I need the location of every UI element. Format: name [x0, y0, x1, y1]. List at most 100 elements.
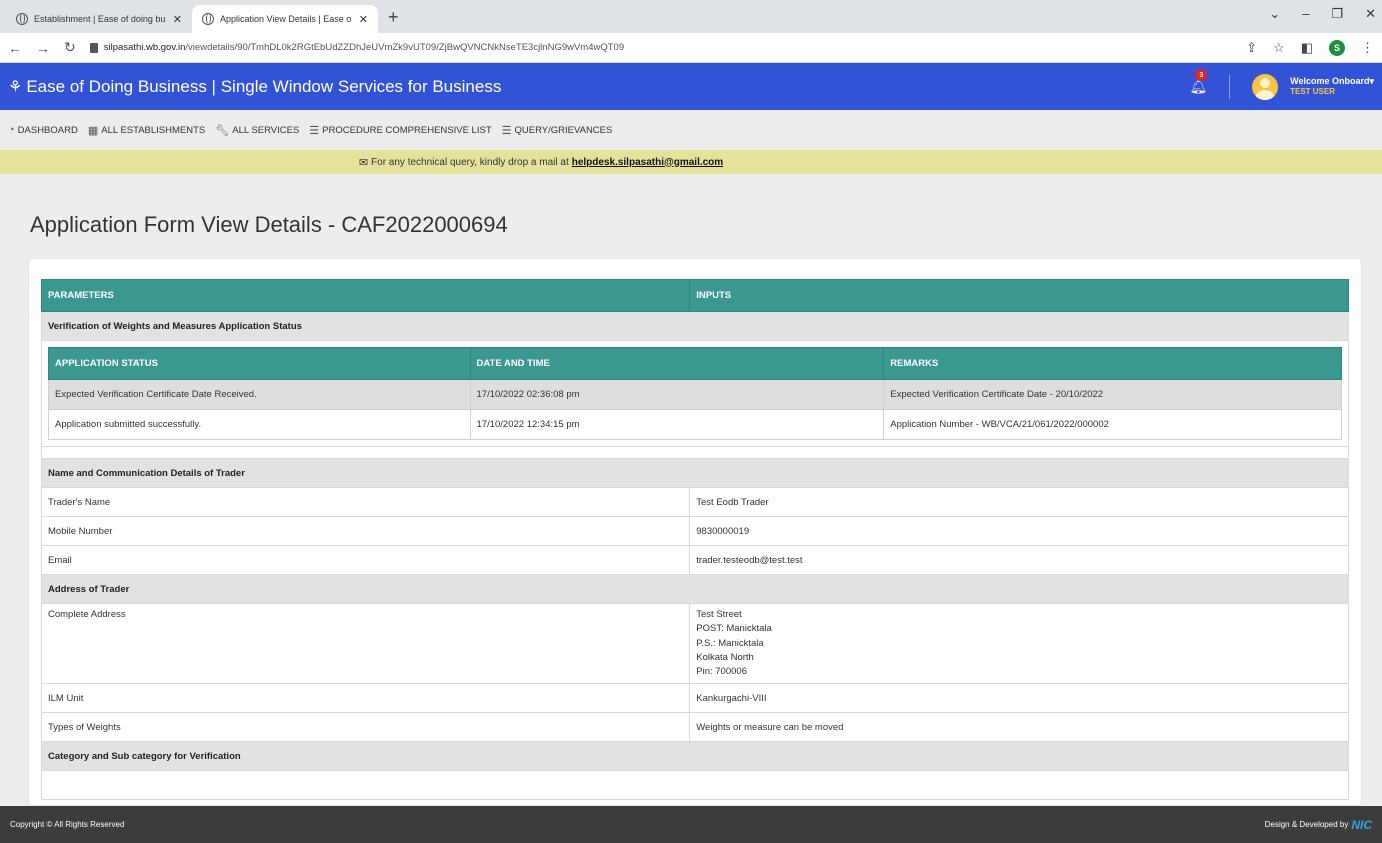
- remarks-cell: Application Number - WB/VCA/21/061/2022/…: [883, 409, 1342, 440]
- url-field[interactable]: silpasathi.wb.gov.in/viewdetails/90/TmhD…: [89, 42, 1232, 53]
- datetime-cell: 17/10/2022 12:34:15 pm: [469, 409, 885, 440]
- status-table: APPLICATION STATUS DATE AND TIME REMARKS…: [48, 347, 1342, 440]
- remarks-cell: Expected Verification Certificate Date -…: [883, 379, 1342, 410]
- developer-credit: Design & Developed by NIC: [1265, 818, 1372, 832]
- param-label: Trader's Name: [40, 487, 691, 517]
- spacer: [41, 446, 1349, 459]
- lock-icon[interactable]: [89, 42, 98, 53]
- param-label: ILM Unit: [40, 683, 691, 714]
- copyright-text: Copyright © All Rights Reserved: [10, 820, 125, 829]
- notification-bell-icon[interactable]: 🔔︎ 3: [1189, 69, 1208, 95]
- share-icon[interactable]: ⇪: [1246, 40, 1257, 56]
- list-icon: ☰: [501, 124, 512, 137]
- menu-kebab-icon[interactable]: ⋮: [1361, 40, 1374, 56]
- section-application-status: Verification of Weights and Measures App…: [41, 311, 1349, 341]
- brand-logo-icon: ⚘: [8, 78, 23, 96]
- profile-avatar[interactable]: S: [1329, 39, 1345, 56]
- user-name: TEST USER: [1290, 87, 1336, 97]
- helpdesk-email-link[interactable]: helpdesk.silpasathi@gmail.com: [572, 157, 723, 168]
- table-row: Types of Weights Weights or measure can …: [40, 712, 1349, 743]
- main-menu: ◔ DASHBOARD ▦ ALL ESTABLISHMENTS 🔧︎ ALL …: [0, 110, 1382, 150]
- param-value: 9830000019: [689, 516, 1349, 546]
- user-menu[interactable]: Welcome Onboard▾ TEST USER: [1290, 76, 1374, 96]
- app-header: ⚘ Ease of Doing Business | Single Window…: [0, 63, 1382, 110]
- table-row: Mobile Number 9830000019: [40, 516, 1349, 546]
- menu-procedure-list[interactable]: ☰ PROCEDURE COMPREHENSIVE LIST: [309, 124, 491, 137]
- address-line: POST: Manicktala: [696, 623, 772, 635]
- section-category: Category and Sub category for Verificati…: [41, 741, 1349, 772]
- browser-tab-application-view[interactable]: Application View Details | Ease o ✕: [192, 5, 378, 33]
- list-icon: ☰: [309, 124, 320, 137]
- browser-tab-bar: Establishment | Ease of doing bu ✕ Appli…: [0, 0, 1382, 33]
- tab-label: Application View Details | Ease o: [220, 14, 352, 24]
- brand-title: Ease of Doing Business | Single Window S…: [26, 76, 502, 96]
- menu-label: DASHBOARD: [17, 124, 78, 136]
- url-domain: silpasathi.wb.gov.in: [103, 42, 186, 53]
- tab-label: Establishment | Ease of doing bu: [34, 14, 166, 24]
- user-avatar[interactable]: [1252, 73, 1279, 100]
- notice-text: For any technical query, kindly drop a m…: [371, 156, 569, 168]
- tab-search-icon[interactable]: ⌄: [1269, 6, 1280, 22]
- table-row: Trader's Name Test Eodb Trader: [40, 487, 1349, 517]
- globe-icon: [202, 13, 214, 25]
- reload-icon[interactable]: ↻: [64, 39, 76, 56]
- param-value: Test Eodb Trader: [689, 487, 1349, 517]
- details-card: PARAMETERS INPUTS Verification of Weight…: [28, 258, 1362, 806]
- inputs-header: INPUTS: [689, 279, 1349, 312]
- close-icon[interactable]: ✕: [359, 13, 368, 26]
- building-icon: ▦: [87, 124, 99, 137]
- new-tab-icon[interactable]: +: [388, 7, 399, 28]
- table-row: ILM Unit Kankurgachi-VIII: [40, 683, 1349, 714]
- forward-icon[interactable]: →: [36, 40, 50, 56]
- table-row: Expected Verification Certificate Date R…: [48, 379, 1342, 410]
- param-label: Email: [40, 545, 691, 575]
- details-table: PARAMETERS INPUTS Verification of Weight…: [40, 279, 1349, 801]
- menu-query-grievances[interactable]: ☰ QUERY/GRIEVANCES: [502, 124, 613, 137]
- wrench-icon: 🔧︎: [215, 124, 230, 137]
- parameters-header: PARAMETERS: [40, 279, 691, 312]
- brand[interactable]: ⚘ Ease of Doing Business | Single Window…: [8, 77, 501, 97]
- notification-badge: 3: [1195, 69, 1208, 81]
- back-icon[interactable]: ←: [8, 40, 22, 56]
- param-value: Kankurgachi-VIII: [689, 683, 1349, 714]
- address-bar: ← → ↻ silpasathi.wb.gov.in/viewdetails/9…: [0, 33, 1382, 63]
- address-line: Kolkata North: [696, 651, 754, 663]
- menu-label: PROCEDURE COMPREHENSIVE LIST: [322, 124, 492, 136]
- table-row: Complete Address Test Street POST: Manic…: [40, 602, 1349, 685]
- status-cell: Expected Verification Certificate Date R…: [48, 379, 471, 410]
- status-cell: Application submitted successfully.: [48, 409, 471, 440]
- menu-label: ALL SERVICES: [232, 124, 300, 136]
- side-panel-icon[interactable]: ◧: [1301, 40, 1313, 56]
- param-value: trader.testeodb@test.test: [689, 545, 1349, 575]
- dashboard-icon: ◔: [8, 124, 15, 136]
- table-row: [41, 770, 1349, 801]
- minimize-icon[interactable]: –: [1302, 6, 1309, 22]
- datetime-col-header: DATE AND TIME: [469, 347, 885, 380]
- section-trader-details: Name and Communication Details of Trader: [41, 458, 1349, 488]
- star-icon[interactable]: ☆: [1273, 40, 1285, 56]
- table-row: Email trader.testeodb@test.test: [40, 545, 1349, 575]
- param-label: Mobile Number: [40, 516, 691, 546]
- datetime-cell: 17/10/2022 02:36:08 pm: [469, 379, 885, 410]
- param-label: Complete Address: [40, 602, 691, 685]
- caret-down-icon: ▾: [1369, 76, 1374, 87]
- close-window-icon[interactable]: ✕: [1365, 6, 1376, 22]
- footer: Copyright © All Rights Reserved Design &…: [0, 806, 1382, 843]
- divider: [1229, 74, 1231, 99]
- menu-dashboard[interactable]: ◔ DASHBOARD: [8, 124, 78, 136]
- address-value: Test Street POST: Manicktala P.S.: Manic…: [689, 602, 1349, 685]
- address-line: Test Street: [696, 609, 742, 620]
- restore-icon[interactable]: ❐: [1331, 6, 1343, 22]
- url-path: /viewdetails/90/TmhDL0k2RGtEbUdZZDhJeUVm…: [185, 42, 625, 53]
- menu-all-services[interactable]: 🔧︎ ALL SERVICES: [215, 124, 299, 137]
- menu-label: QUERY/GRIEVANCES: [514, 124, 613, 136]
- param-value: Weights or measure can be moved: [689, 712, 1349, 743]
- remarks-col-header: REMARKS: [883, 347, 1342, 380]
- close-icon[interactable]: ✕: [173, 13, 182, 26]
- helpdesk-notice: ✉ For any technical query, kindly drop a…: [0, 150, 1382, 174]
- browser-tab-establishment[interactable]: Establishment | Ease of doing bu ✕: [6, 5, 192, 33]
- menu-all-establishments[interactable]: ▦ ALL ESTABLISHMENTS: [88, 124, 205, 137]
- table-row: Application submitted successfully. 17/1…: [48, 409, 1342, 440]
- address-line: P.S.: Manicktala: [696, 637, 764, 649]
- mail-icon: ✉: [358, 156, 369, 169]
